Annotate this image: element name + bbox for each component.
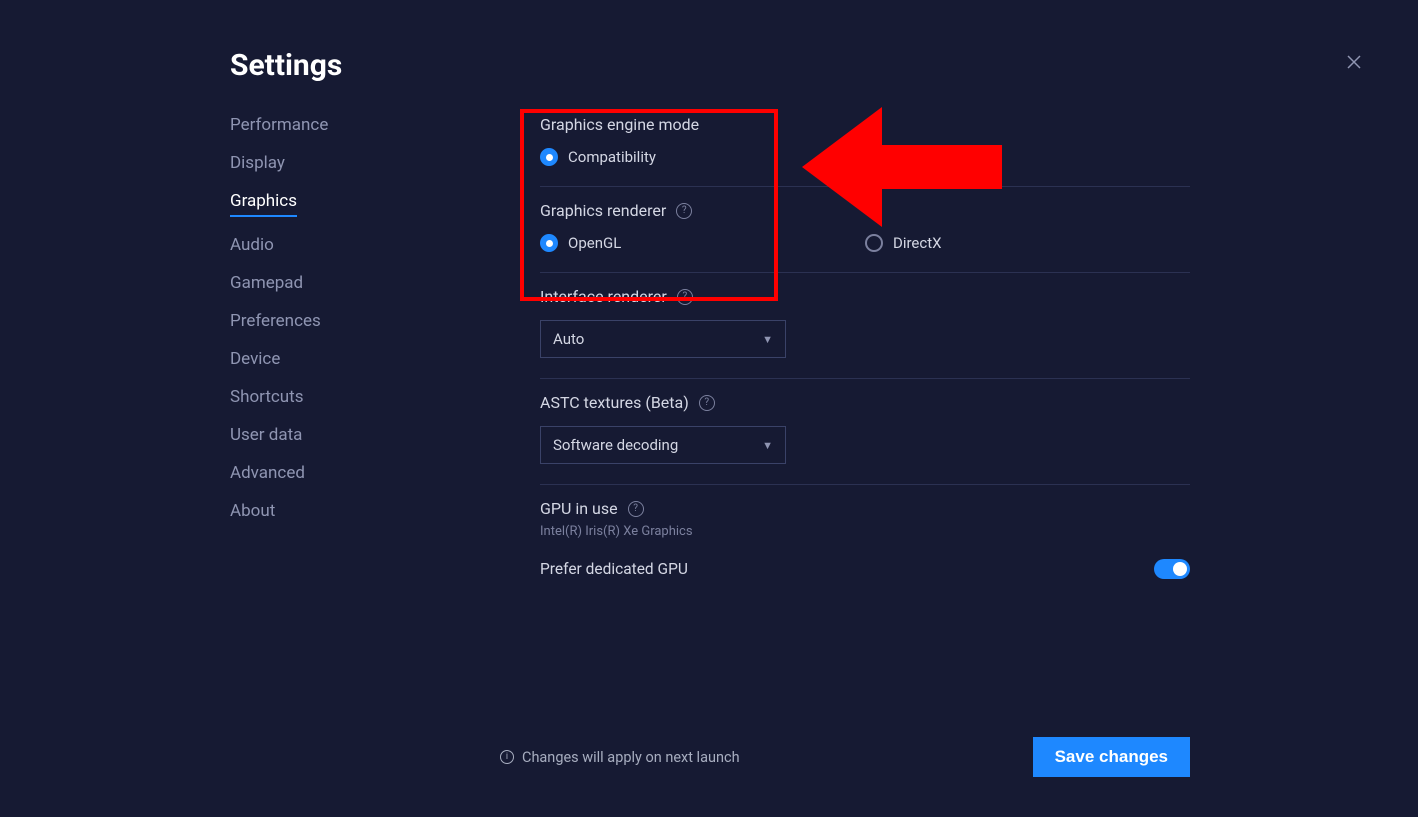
settings-sidebar: Performance Display Graphics Audio Gamep… bbox=[230, 115, 380, 599]
sidebar-item-performance[interactable]: Performance bbox=[230, 115, 328, 135]
footer-note: i Changes will apply on next launch bbox=[500, 749, 740, 766]
sidebar-item-device[interactable]: Device bbox=[230, 349, 280, 369]
section-gpu: GPU in use ? Intel(R) Iris(R) Xe Graphic… bbox=[540, 485, 1190, 599]
radio-compatibility[interactable]: Compatibility bbox=[540, 148, 865, 166]
settings-content: Graphics engine mode Compatibility Perfo… bbox=[540, 115, 1190, 599]
radio-icon bbox=[865, 148, 883, 166]
sidebar-item-about[interactable]: About bbox=[230, 501, 275, 521]
help-icon[interactable]: ? bbox=[677, 289, 693, 305]
close-icon bbox=[1345, 53, 1363, 71]
astc-select[interactable]: Software decoding ▼ bbox=[540, 426, 786, 464]
sidebar-item-preferences[interactable]: Preferences bbox=[230, 311, 321, 331]
info-icon: i bbox=[500, 750, 514, 764]
section-astc: ASTC textures (Beta) ? Software decoding… bbox=[540, 379, 1190, 485]
help-icon[interactable]: ? bbox=[699, 395, 715, 411]
help-icon[interactable]: ? bbox=[628, 501, 644, 517]
select-value: Auto bbox=[553, 330, 584, 348]
section-engine-mode: Graphics engine mode Compatibility Perfo… bbox=[540, 115, 1190, 187]
close-button[interactable] bbox=[1340, 48, 1368, 76]
radio-icon bbox=[865, 234, 883, 252]
sidebar-item-shortcuts[interactable]: Shortcuts bbox=[230, 387, 304, 407]
save-changes-button[interactable]: Save changes bbox=[1033, 737, 1190, 777]
page-title: Settings bbox=[230, 48, 1418, 83]
engine-mode-label: Graphics engine mode bbox=[540, 115, 1190, 134]
select-value: Software decoding bbox=[553, 436, 678, 454]
interface-renderer-select[interactable]: Auto ▼ bbox=[540, 320, 786, 358]
radio-icon bbox=[540, 148, 558, 166]
prefer-dedicated-label: Prefer dedicated GPU bbox=[540, 560, 688, 578]
section-interface-renderer: Interface renderer ? Auto ▼ bbox=[540, 273, 1190, 379]
gpu-name: Intel(R) Iris(R) Xe Graphics bbox=[540, 524, 1190, 539]
chevron-down-icon: ▼ bbox=[762, 439, 773, 452]
interface-renderer-label: Interface renderer ? bbox=[540, 287, 1190, 306]
sidebar-item-gamepad[interactable]: Gamepad bbox=[230, 273, 303, 293]
sidebar-item-graphics[interactable]: Graphics bbox=[230, 191, 297, 217]
gpu-label: GPU in use ? bbox=[540, 499, 1190, 518]
sidebar-item-display[interactable]: Display bbox=[230, 153, 285, 173]
radio-directx[interactable]: DirectX bbox=[865, 234, 1190, 252]
sidebar-item-audio[interactable]: Audio bbox=[230, 235, 274, 255]
radio-label: DirectX bbox=[893, 234, 942, 252]
graphics-renderer-label: Graphics renderer ? bbox=[540, 201, 1190, 220]
radio-label: Compatibility bbox=[568, 148, 656, 166]
help-icon[interactable]: ? bbox=[676, 203, 692, 219]
sidebar-item-advanced[interactable]: Advanced bbox=[230, 463, 305, 483]
sidebar-item-userdata[interactable]: User data bbox=[230, 425, 302, 445]
chevron-down-icon: ▼ bbox=[762, 333, 773, 346]
footer: i Changes will apply on next launch Save… bbox=[500, 737, 1190, 777]
section-graphics-renderer: Graphics renderer ? OpenGL DirectX bbox=[540, 187, 1190, 273]
radio-label: Performance bbox=[893, 148, 980, 166]
radio-opengl[interactable]: OpenGL bbox=[540, 234, 865, 252]
astc-label: ASTC textures (Beta) ? bbox=[540, 393, 1190, 412]
radio-performance[interactable]: Performance bbox=[865, 148, 1190, 166]
radio-icon bbox=[540, 234, 558, 252]
radio-label: OpenGL bbox=[568, 234, 621, 252]
prefer-dedicated-toggle[interactable] bbox=[1154, 559, 1190, 579]
